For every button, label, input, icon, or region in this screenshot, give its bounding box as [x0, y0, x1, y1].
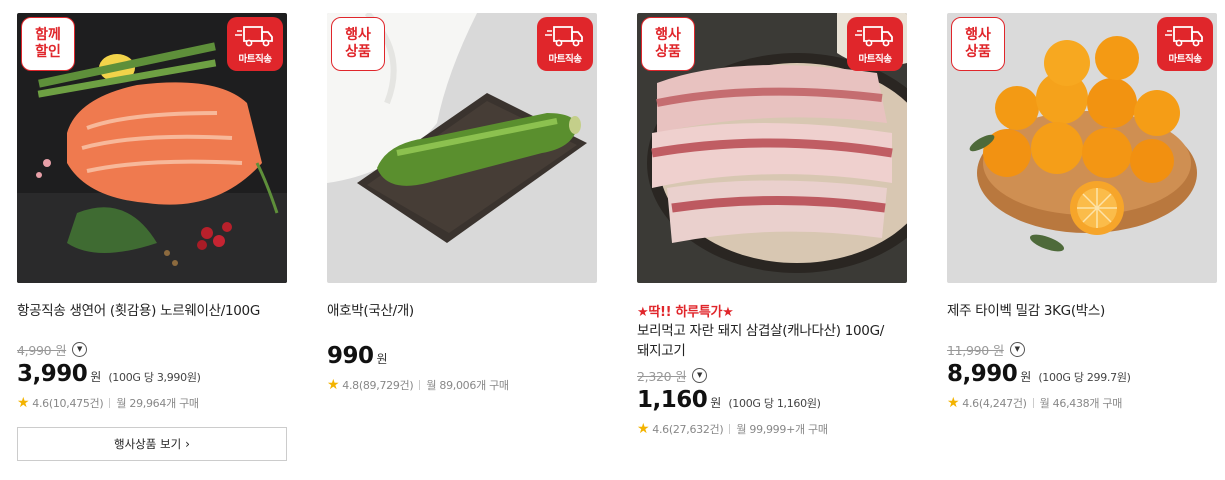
truck-icon: [855, 26, 893, 47]
mart-delivery-label: 마트직송: [1168, 54, 1202, 65]
mart-delivery-label: 마트직송: [858, 54, 892, 65]
special-deal-label: ★딱!! 하루특가★: [637, 305, 734, 320]
product-title[interactable]: 항공직송 생연어 (횟감용) 노르웨이산/100G: [17, 301, 287, 321]
monthly-purchases: 월 29,964개 구매: [116, 397, 199, 410]
currency-label: 원: [1020, 370, 1032, 384]
view-promo-products-button[interactable]: 행사상품 보기 ›: [17, 427, 287, 461]
product-title[interactable]: 제주 타이벡 밀감 3KG(박스): [947, 301, 1217, 321]
divider: [729, 424, 731, 434]
monthly-purchases: 월 46,438개 구매: [1039, 397, 1123, 410]
chevron-down-icon: ▼: [76, 344, 83, 353]
rating-text: 4.8(89,729건): [342, 379, 414, 392]
discount-info-toggle[interactable]: ▼: [1009, 341, 1025, 357]
product-card-tangerine[interactable]: 행사상품 마트직송 제주 타이벡 밀감 3KG(박스) 11,990 원 ▼: [947, 13, 1217, 411]
product-image[interactable]: 함께 할인 마트직송: [17, 13, 287, 283]
discount-info-toggle[interactable]: ▼: [692, 367, 708, 383]
product-grid: 함께 할인 마트직송 항공직송 생연어 (횟감용) 노르웨이산/100G 4,99…: [0, 0, 1225, 480]
product-card-salmon[interactable]: 함께 할인 마트직송 항공직송 생연어 (횟감용) 노르웨이산/100G 4,99…: [17, 13, 287, 461]
star-icon: ★: [17, 395, 30, 411]
product-image[interactable]: 행사 상품 마트직송: [637, 13, 907, 283]
unit-price: (100G 당 299.7원): [1038, 371, 1131, 384]
chevron-down-icon: ▼: [1014, 344, 1020, 353]
truck-icon: [235, 26, 273, 47]
rating-text: 4.6(27,632건): [652, 423, 724, 436]
original-price: 2,320 원: [637, 368, 687, 384]
divider: [109, 398, 111, 408]
product-title[interactable]: 보리먹고 자란 돼지 삼겹살(캐나다산) 100G/돼지고기: [637, 321, 887, 361]
discount-info-toggle[interactable]: ▼: [72, 341, 88, 357]
currency-label: 원: [710, 396, 722, 410]
rating-text: 4.6(10,475건): [32, 397, 104, 410]
truck-icon: [545, 26, 583, 47]
truck-icon: [1165, 26, 1203, 47]
promo-badge: 행사 상품: [951, 17, 1005, 71]
view-promo-products-label: 행사상품 보기: [114, 437, 182, 451]
mart-delivery-label: 마트직송: [548, 54, 582, 65]
star-icon: ★: [637, 421, 650, 437]
unit-price: (100G 당 3,990원): [108, 371, 201, 384]
product-card-zucchini[interactable]: 행사 상품 마트직송 애호박(국산/개) 990 원 ★ 4.8(89,729건…: [327, 13, 597, 393]
promo-badge: 행사 상품: [641, 17, 695, 71]
product-image[interactable]: 행사 상품 마트직송: [947, 13, 1217, 283]
mart-delivery-badge: 마트직송: [1157, 17, 1213, 71]
mart-delivery-badge: 마트직송: [227, 17, 283, 71]
sale-price: 990: [327, 343, 374, 369]
star-icon: ★: [327, 377, 340, 393]
mart-delivery-label: 마트직송: [238, 54, 272, 65]
product-title[interactable]: 애호박(국산/개): [327, 301, 597, 321]
currency-label: 원: [376, 352, 388, 366]
promo-badge: 함께 할인: [21, 17, 75, 71]
chevron-down-icon: ▼: [696, 370, 703, 379]
star-icon: ★: [947, 395, 960, 411]
sale-price: 3,990: [17, 361, 88, 387]
unit-price: (100G 당 1,160원): [728, 397, 821, 410]
currency-label: 원: [90, 370, 102, 384]
sale-price: 8,990: [947, 361, 1018, 387]
divider: [419, 380, 421, 390]
product-card-pork-belly[interactable]: 행사 상품 마트직송 ★딱!! 하루특가★ 보리먹고 자란 돼지 삼겹살(캐나다산…: [637, 13, 907, 437]
chevron-right-icon: ›: [185, 437, 190, 451]
mart-delivery-badge: 마트직송: [537, 17, 593, 71]
rating-text: 4.6(4,247건): [962, 397, 1027, 410]
sale-price: 1,160: [637, 387, 708, 413]
original-price: 11,990 원: [947, 342, 1004, 358]
monthly-purchases: 월 89,006개 구매: [426, 379, 509, 392]
mart-delivery-badge: 마트직송: [847, 17, 903, 71]
product-image[interactable]: 행사 상품 마트직송: [327, 13, 597, 283]
monthly-purchases: 월 99,999+개 구매: [736, 423, 828, 436]
promo-badge: 행사 상품: [331, 17, 385, 71]
divider: [1032, 398, 1034, 408]
original-price: 4,990 원: [17, 342, 67, 358]
